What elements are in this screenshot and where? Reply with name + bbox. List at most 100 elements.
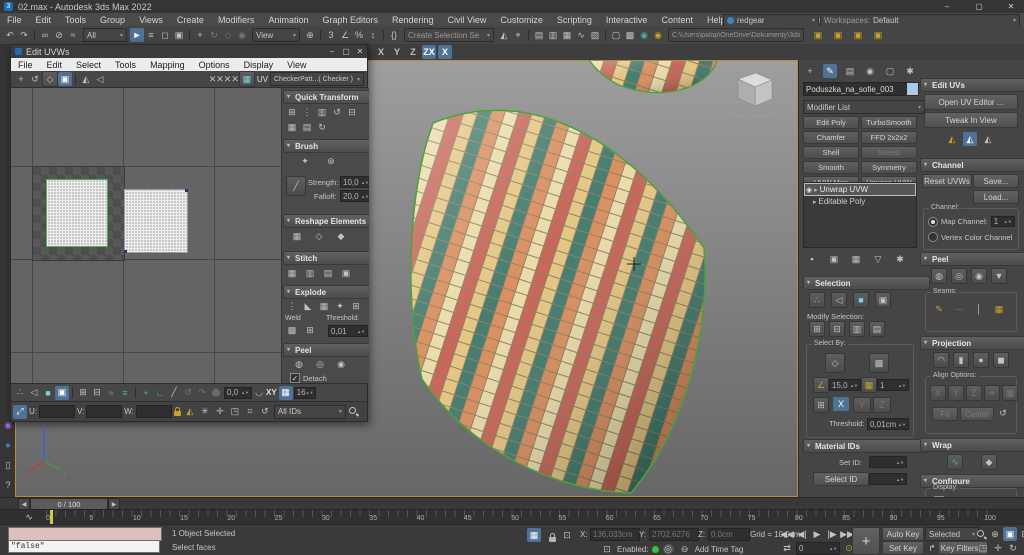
mini-curve-editor-icon[interactable]: ∿ [22,511,36,523]
rectangular-selection-icon[interactable]: ◻ [158,28,172,42]
open-uv-editor-button[interactable]: Open UV Editor ... [924,94,1018,110]
straighten-icon[interactable]: ▦ [290,229,304,243]
all-ids-dropdown[interactable]: All IDs ▾ [274,405,346,419]
export-folder-icon[interactable]: ▣ [871,28,885,42]
align-y-button[interactable]: Y [948,385,964,401]
mirror-icon[interactable]: ◭ [497,28,511,42]
edge-ring-icon[interactable]: ≡ [118,386,132,400]
menu-tools[interactable]: Tools [58,15,93,25]
planar-map-icon[interactable]: ◠ [933,352,949,368]
peel-rollout[interactable]: Peel [920,252,1024,266]
spinner-arrows[interactable]: ▲▼ [896,478,904,481]
redo-icon[interactable]: ↷ [17,28,31,42]
sel-edge-icon[interactable]: ◁ [831,292,847,308]
minimize-button[interactable]: – [940,1,954,11]
snap-use-constraint-icon[interactable]: X [438,45,452,59]
menu-tools[interactable]: Tools [108,60,143,70]
stitch-source-icon[interactable]: ▥ [303,266,317,280]
constrain-x-button[interactable]: X [374,45,388,59]
uv-island[interactable] [124,189,188,253]
rotate-ccw-icon[interactable]: ↺ [330,105,344,119]
pin-stack-icon[interactable]: ▪ [805,252,819,266]
w-field[interactable] [136,405,172,418]
weld-threshold-field[interactable]: 0,01 ▲▼ [328,325,368,337]
x-coordinate-field[interactable]: 136,033cm [590,528,640,541]
select-object-icon[interactable]: ► [130,28,144,42]
select-id-field[interactable]: ▲▼ [869,473,907,485]
menu-content[interactable]: Content [654,15,700,25]
select-and-move-icon[interactable]: + [193,28,207,42]
y-coordinate-field[interactable]: 2702,6276 [649,528,699,541]
uv-scale-icon[interactable]: ◇ [42,71,58,87]
constrain-y-button[interactable]: Y [390,45,404,59]
smoothing-group-icon[interactable]: ▦ [861,377,877,393]
menu-edit[interactable]: Edit [29,15,59,25]
menu-views[interactable]: Views [132,15,170,25]
pelt-map-icon[interactable]: ◉ [334,357,348,371]
map-channel-option[interactable]: Map Channel: 1 ▲▼ [928,216,1015,227]
explode-vertex-icon[interactable]: ⋮ [285,299,299,313]
sel-vertex-icon[interactable]: ∴ [809,292,825,308]
ribbon-toggle-icon[interactable]: ▦ [560,28,574,42]
planar-x-button[interactable]: X [833,397,849,411]
maximize-button[interactable]: ▢ [972,1,986,11]
spline-wrap-icon[interactable]: ∿ [947,454,963,470]
angle-snap-icon[interactable]: ∠ [338,28,352,42]
reset-projection-icon[interactable]: ↺ [996,406,1010,420]
zoom-extents-icon[interactable]: ⌗ [243,405,257,419]
project-folder-icon[interactable]: ▣ [811,28,825,42]
edge-sel-seams-icon[interactable]: │ [972,302,986,316]
modifier-button-chamfer[interactable]: Chamfer [803,131,859,144]
menu-graph-editors[interactable]: Graph Editors [315,15,385,25]
pillow-fragment[interactable] [589,61,717,93]
point-to-point-seam-icon[interactable]: + [139,386,153,400]
uv-grid-snap-icon[interactable]: ▦ [279,386,293,400]
paint-select-icon[interactable]: ╱ [167,386,181,400]
planar-y-button[interactable]: Y [853,397,871,413]
menu-group[interactable]: Group [93,15,132,25]
time-slider-handle[interactable]: ◀ 0 / 100 ▶ [18,499,120,509]
view-cube[interactable] [727,73,779,117]
utilities-tab[interactable]: ✱ [903,64,917,78]
convert-dim2-icon[interactable]: ↷ [195,386,209,400]
spinner-arrows[interactable]: ▲▼ [361,181,369,184]
orbit-icon[interactable]: ↻ [1006,541,1020,555]
spinner-snap-icon[interactable]: ↕ [366,28,380,42]
flatten-custom-icon[interactable]: ⊞ [349,299,363,313]
select-and-place-icon[interactable]: ◉ [235,28,249,42]
display-tab[interactable]: ▢ [883,64,897,78]
select-and-scale-icon[interactable]: ◇ [221,28,235,42]
unlink-selection-icon[interactable]: ⊘ [52,28,66,42]
constrain-z-button[interactable]: Z [406,45,420,59]
render-iterative-icon[interactable]: ◉ [651,28,665,42]
menu-scripting[interactable]: Scripting [550,15,599,25]
cylindrical-map-icon[interactable]: ▮ [953,352,969,368]
ring-icon[interactable]: ▥ [849,321,865,337]
uv-move-icon[interactable]: + [14,72,28,86]
add-keys-button[interactable]: + [852,527,880,555]
uv-vertex-mode-icon[interactable]: ∴ [13,386,27,400]
point-seams-icon[interactable]: ⋯ [952,302,966,316]
select-by-name-icon[interactable]: ≡ [144,28,158,42]
reshape-elements-rollout[interactable]: Reshape Elements [283,214,369,228]
absolute-mode-icon[interactable]: ⊡ [560,528,574,542]
object-color-swatch[interactable] [906,82,919,96]
edge-loop-icon[interactable]: ≈ [104,386,118,400]
rescale-icon[interactable]: ◆ [334,229,348,243]
flatten-icon[interactable]: ✦ [333,299,347,313]
select-matid-icon[interactable]: ⊞ [813,397,829,413]
zoom-extents-icon[interactable]: ▣ [1003,527,1017,541]
explode-face-icon[interactable]: ▦ [317,299,331,313]
space-horizontal-icon[interactable]: ⊟ [345,105,359,119]
import-folder-icon[interactable]: ▣ [851,28,865,42]
close-button[interactable]: ✕ [1004,1,1018,11]
align-vertical-icon[interactable]: ⋮ [300,105,314,119]
channel-rollout[interactable]: Channel [920,158,1024,172]
strength-field[interactable]: 10,0 ▲▼ [340,176,369,188]
load-button[interactable]: Load... [973,190,1019,204]
expand-arrow-icon[interactable]: ▸ [814,186,818,194]
edit-uvws-window[interactable]: Edit UVWs – ▢ ✕ FileEditSelectToolsMappi… [10,44,368,422]
modifier-button-sweep[interactable]: Sweep [861,146,917,159]
material-ids-rollout[interactable]: Material IDs [803,439,930,453]
menu-view[interactable]: View [280,60,313,70]
